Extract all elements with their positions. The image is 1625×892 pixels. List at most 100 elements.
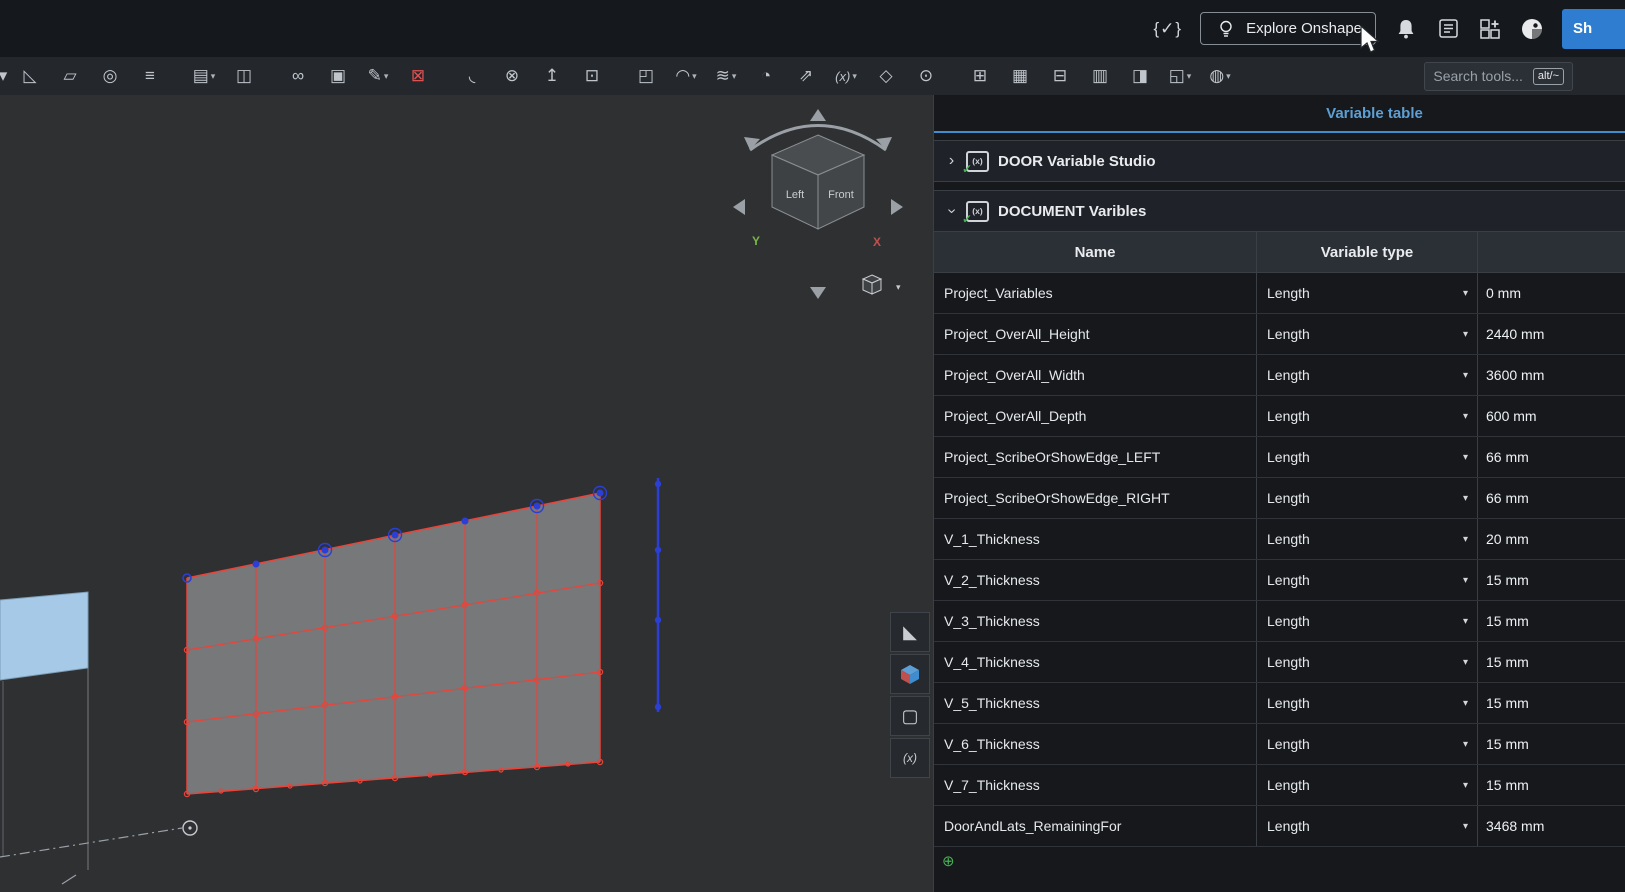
bell-icon[interactable] (1394, 17, 1418, 41)
construction-centerline[interactable] (0, 828, 182, 857)
sketch-vertex[interactable] (392, 532, 399, 539)
chevron-down-icon[interactable]: ▾ (1463, 780, 1468, 791)
variable-type-dropdown[interactable]: Length ▾ (1257, 396, 1478, 436)
chevron-down-icon[interactable]: ▾ (384, 71, 389, 82)
plane-icon[interactable]: ◰ (626, 61, 666, 91)
rotate-right-arrow[interactable] (891, 199, 903, 215)
chevron-down-icon[interactable]: ▾ (1463, 370, 1468, 381)
measure-icon[interactable]: ⊞ (960, 61, 1000, 91)
tag-icon[interactable]: ⊙ (906, 61, 946, 91)
tasks-icon[interactable] (1436, 17, 1460, 41)
variable-name-cell[interactable]: Project_ScribeOrShowEdge_RIGHT (934, 478, 1257, 518)
curve-pattern-icon[interactable]: ◫ (224, 61, 264, 91)
variable-type-dropdown[interactable]: Length ▾ (1257, 478, 1478, 518)
variable-type-dropdown[interactable]: Length ▾ (1257, 642, 1478, 682)
variable-value-cell[interactable]: 15 mm (1478, 683, 1625, 723)
sweep-icon[interactable]: ≡ (130, 61, 170, 91)
chevron-down-icon[interactable]: ▾ (1463, 452, 1468, 463)
sheet-metal-icon[interactable]: ⊟ (1040, 61, 1080, 91)
chevron-right-icon[interactable]: › (946, 152, 957, 170)
sketch-vertex[interactable] (462, 518, 469, 525)
rotate-left-arrow[interactable] (733, 199, 745, 215)
move-face-icon[interactable]: ↥ (532, 61, 572, 91)
replace-face-icon[interactable]: ⊡ (572, 61, 612, 91)
sketch-vertex[interactable] (322, 547, 329, 554)
boolean-icon[interactable]: ∞ (278, 61, 318, 91)
featurescript-icon[interactable]: {✓} (1153, 19, 1182, 39)
chevron-cut-icon[interactable]: ▾ (0, 61, 10, 91)
chevron-down-icon[interactable]: › (943, 206, 961, 217)
construction-line-blue[interactable] (655, 478, 661, 712)
modify-icon[interactable]: ✎▾ (358, 61, 398, 91)
variable-name-cell[interactable]: V_5_Thickness (934, 683, 1257, 723)
variable-value-cell[interactable]: 20 mm (1478, 519, 1625, 559)
analysis-icon[interactable]: ▦ (1000, 61, 1040, 91)
variable-type-dropdown[interactable]: Length ▾ (1257, 806, 1478, 846)
extrude-icon[interactable]: ▱ (50, 61, 90, 91)
help-icon[interactable] (1520, 17, 1544, 41)
variable-panel-button[interactable]: (x) (890, 738, 930, 778)
revolve-icon[interactable]: ◎ (90, 61, 130, 91)
chevron-down-icon[interactable]: ▾ (1463, 657, 1468, 668)
chevron-down-icon[interactable]: ▾ (1463, 329, 1468, 340)
split-icon[interactable]: ▣ (318, 61, 358, 91)
export-icon[interactable]: ◨ (1120, 61, 1160, 91)
sketch-vertex[interactable] (253, 561, 260, 568)
chevron-down-icon[interactable]: ▾ (1463, 534, 1468, 545)
variable-type-dropdown[interactable]: Length ▾ (1257, 314, 1478, 354)
section-view-icon[interactable]: ◔ (746, 61, 786, 91)
selected-face[interactable] (0, 592, 88, 680)
variable-name-cell[interactable]: Project_OverAll_Height (934, 314, 1257, 354)
variable-name-cell[interactable]: Project_OverAll_Depth (934, 396, 1257, 436)
chevron-down-icon[interactable]: ▾ (1226, 71, 1231, 82)
variable-value-cell[interactable]: 15 mm (1478, 601, 1625, 641)
variable-type-dropdown[interactable]: Length ▾ (1257, 724, 1478, 764)
add-variable-row[interactable]: ⊕ (934, 847, 1625, 892)
view-options-cube-icon[interactable] (863, 275, 881, 294)
variable-name-cell[interactable]: V_4_Thickness (934, 642, 1257, 682)
sketch-vertex[interactable] (534, 503, 541, 510)
model-canvas[interactable]: Left Front Y X ▾ ◣ (0, 95, 933, 892)
display-states-button[interactable] (890, 654, 930, 694)
variable-name-cell[interactable]: Project_ScribeOrShowEdge_LEFT (934, 437, 1257, 477)
chevron-down-icon[interactable]: ▾ (692, 71, 697, 82)
rotate-down-arrow[interactable] (810, 287, 826, 299)
chevron-down-icon[interactable]: ▾ (1463, 411, 1468, 422)
variable-icon[interactable]: (x)▾ (826, 61, 866, 91)
variable-value-cell[interactable]: 15 mm (1478, 560, 1625, 600)
variable-value-cell[interactable]: 600 mm (1478, 396, 1625, 436)
chevron-down-icon[interactable]: ▾ (211, 71, 216, 82)
variable-name-cell[interactable]: DoorAndLats_RemainingFor (934, 806, 1257, 846)
sketch-region[interactable] (183, 487, 607, 797)
appearance-icon[interactable]: ◍▾ (1200, 61, 1240, 91)
section-door-variable-studio[interactable]: › (x)✓ DOOR Variable Studio (934, 140, 1625, 182)
derived-icon[interactable]: ◱▾ (1160, 61, 1200, 91)
explore-onshape-button[interactable]: Explore Onshape (1200, 12, 1376, 45)
variable-value-cell[interactable]: 2440 mm (1478, 314, 1625, 354)
linear-pattern-icon[interactable]: ▤▾ (184, 61, 224, 91)
variable-type-dropdown[interactable]: Length ▾ (1257, 437, 1478, 477)
variable-type-dropdown[interactable]: Length ▾ (1257, 273, 1478, 313)
variable-value-cell[interactable]: 15 mm (1478, 765, 1625, 805)
delete-part-icon[interactable]: ⊠ (398, 61, 438, 91)
variable-type-dropdown[interactable]: Length ▾ (1257, 519, 1478, 559)
sketch-vertex[interactable] (597, 490, 604, 497)
apps-icon[interactable] (1478, 17, 1502, 41)
variable-type-dropdown[interactable]: Length ▾ (1257, 765, 1478, 805)
frame-icon[interactable]: ▥ (1080, 61, 1120, 91)
sketch-icon[interactable]: ◺ (10, 61, 50, 91)
transform-icon[interactable]: ⇗ (786, 61, 826, 91)
variable-value-cell[interactable]: 3468 mm (1478, 806, 1625, 846)
variable-name-cell[interactable]: V_2_Thickness (934, 560, 1257, 600)
section-view-button[interactable]: ▢ (890, 696, 930, 736)
rotate-up-arrow[interactable] (810, 109, 826, 121)
variable-value-cell[interactable]: 15 mm (1478, 642, 1625, 682)
variable-value-cell[interactable]: 3600 mm (1478, 355, 1625, 395)
chevron-down-icon[interactable]: ▾ (1463, 616, 1468, 627)
variable-value-cell[interactable]: 66 mm (1478, 478, 1625, 518)
chevron-down-icon[interactable]: ▾ (1463, 575, 1468, 586)
variable-name-cell[interactable]: V_7_Thickness (934, 765, 1257, 805)
view-options-chevron-icon[interactable]: ▾ (896, 282, 901, 292)
variable-name-cell[interactable]: Project_OverAll_Width (934, 355, 1257, 395)
curve-icon[interactable]: ◠▾ (666, 61, 706, 91)
